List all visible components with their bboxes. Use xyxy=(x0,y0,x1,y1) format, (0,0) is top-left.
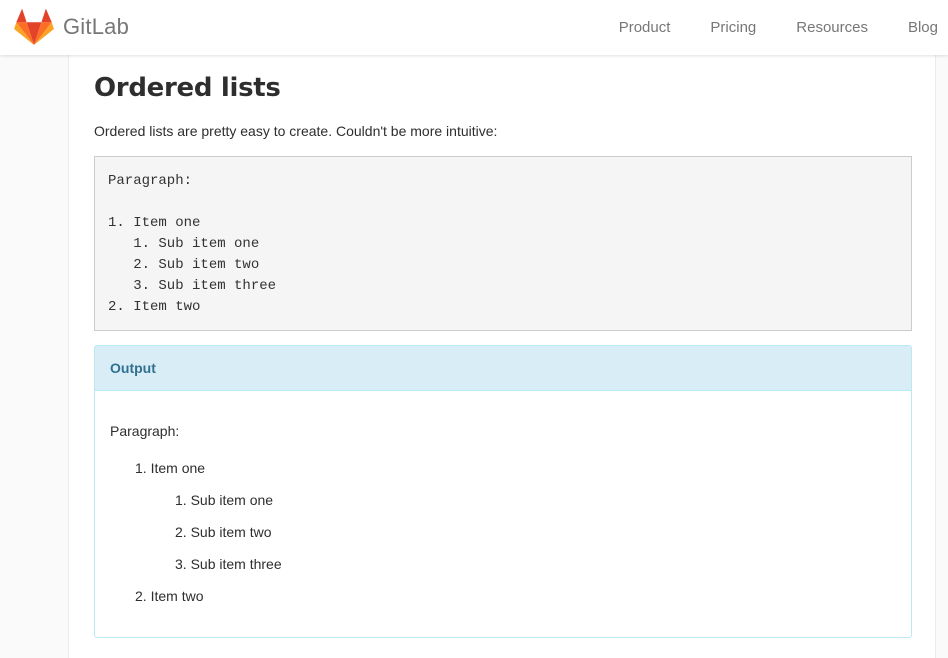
main-nav: Product Pricing Resources Blog xyxy=(579,0,938,55)
output-panel-heading: Output xyxy=(95,346,911,391)
list-item-text: Sub item three xyxy=(190,556,282,572)
nav-link-pricing[interactable]: Pricing xyxy=(710,19,756,36)
top-navbar: GitLab Product Pricing Resources Blog xyxy=(0,0,948,55)
list-item-number: 3. xyxy=(175,556,187,572)
gitlab-logo-link[interactable]: GitLab xyxy=(14,7,129,47)
list-item-text: Item one xyxy=(150,460,206,476)
nav-link-resources[interactable]: Resources xyxy=(796,19,868,36)
list-item: 2. Item two xyxy=(135,588,203,604)
code-line: 3. Sub item three xyxy=(108,278,277,294)
output-paragraph: Paragraph: xyxy=(110,423,180,439)
intro-text: Ordered lists are pretty easy to create.… xyxy=(94,123,498,139)
sub-list-item: 3. Sub item three xyxy=(175,556,282,572)
list-item-text: Sub item one xyxy=(190,492,274,508)
page-content: Ordered lists Ordered lists are pretty e… xyxy=(68,55,936,658)
sub-list-item: 2. Sub item two xyxy=(175,524,272,540)
list-item-text: Item two xyxy=(150,588,204,604)
nav-link-product[interactable]: Product xyxy=(619,19,671,36)
gitlab-tanuki-icon xyxy=(14,8,54,45)
code-line: 1. Item one xyxy=(108,215,201,231)
nav-link-blog[interactable]: Blog xyxy=(908,19,938,36)
list-item-number: 1. xyxy=(175,492,187,508)
code-line: 1. Sub item one xyxy=(108,236,260,252)
code-line: 2. Sub item two xyxy=(108,257,260,273)
output-panel: Output Paragraph: 1. Item one 1. Sub ite… xyxy=(94,345,912,638)
code-line: 2. Item two xyxy=(108,299,201,315)
list-item-number: 2. xyxy=(175,524,187,540)
list-item-number: 1. xyxy=(135,460,147,476)
list-item: 1. Item one xyxy=(135,460,205,476)
logo-text: GitLab xyxy=(63,14,130,39)
code-block: Paragraph: 1. Item one 1. Sub item one 2.… xyxy=(94,156,912,331)
code-line: Paragraph: xyxy=(108,173,193,189)
sub-list-item: 1. Sub item one xyxy=(175,492,273,508)
list-item-text: Sub item two xyxy=(190,524,272,540)
list-item-number: 2. xyxy=(135,588,147,604)
section-title: Ordered lists xyxy=(94,73,281,103)
